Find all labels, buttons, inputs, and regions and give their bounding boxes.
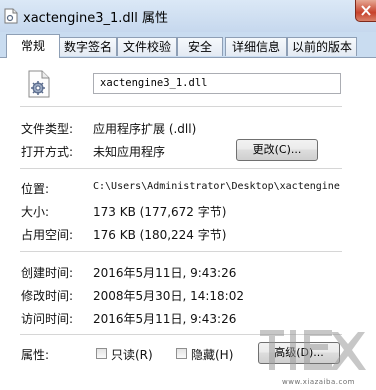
close-icon [361,5,371,16]
hidden-label[interactable]: 隐藏(H) [191,346,233,363]
readonly-checkbox[interactable] [96,348,107,359]
gear-icon [31,81,45,95]
divider [20,168,342,169]
window-title: xactengine3_1.dll 属性 [23,11,169,26]
opens-with-label: 打开方式: [21,145,74,159]
title-bar[interactable]: xactengine3_1.dll 属性 [0,0,376,32]
tab-previous-versions[interactable]: 以前的版本 [287,37,357,56]
tab-digital-signature[interactable]: 数字签名 [59,37,117,56]
change-button[interactable]: 更改(C)... [236,139,318,161]
tab-general[interactable]: 常规 [6,34,60,58]
readonly-label[interactable]: 只读(R) [111,346,153,363]
modified-value: 2008年5月30日, 14:18:02 [93,289,244,303]
hidden-checkbox[interactable] [176,348,187,359]
dll-file-icon [28,70,50,98]
created-label: 创建时间: [21,266,74,280]
file-name-field[interactable]: xactengine3_1.dll [93,73,341,94]
divider [20,106,342,107]
accessed-value: 2016年5月11日, 9:43:26 [93,312,237,326]
size-label: 大小: [21,205,50,219]
file-type-label: 文件类型: [21,122,74,136]
tab-details[interactable]: 详细信息 [225,37,287,56]
tab-file-checksum[interactable]: 文件校验 [117,37,177,56]
modified-label: 修改时间: [21,289,74,303]
opens-with-value: 未知应用程序 [93,145,166,159]
tab-strip: 常规 数字签名 文件校验 安全 详细信息 以前的版本 [0,34,376,58]
file-type-value: 应用程序扩展 (.dll) [93,122,197,136]
created-value: 2016年5月11日, 9:43:26 [93,266,237,280]
size-on-disk-value: 176 KB (180,224 字节) [93,228,227,242]
accessed-label: 访问时间: [21,312,74,326]
location-label: 位置: [21,182,50,196]
attributes-label: 属性: [21,348,50,362]
watermark-text: www.xiazaiba.com [282,378,355,386]
divider [20,251,342,252]
dll-file-icon [4,8,18,24]
location-value: C:\Users\Administrator\Desktop\xactengin… [93,181,340,192]
tab-security[interactable]: 安全 [177,37,223,56]
size-on-disk-label: 占用空间: [21,228,74,242]
size-value: 173 KB (177,672 字节) [93,205,227,219]
close-button[interactable] [355,0,376,22]
